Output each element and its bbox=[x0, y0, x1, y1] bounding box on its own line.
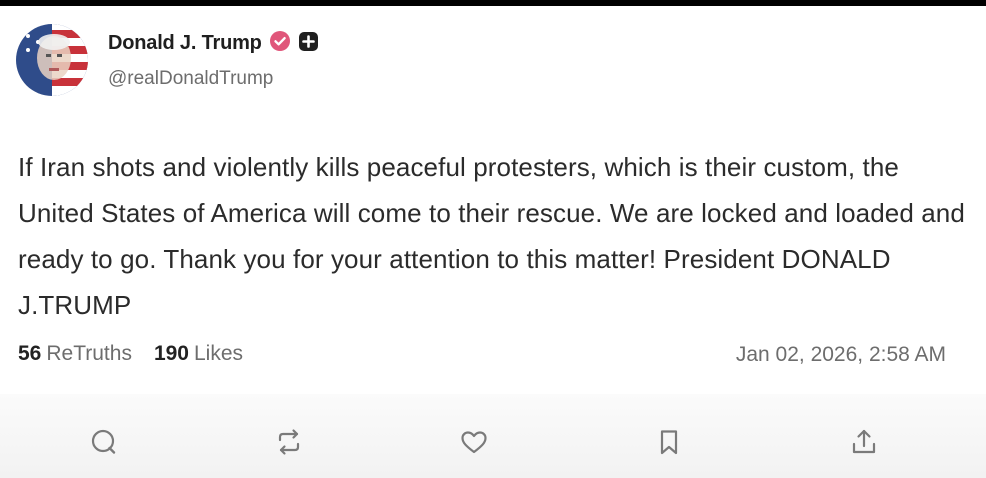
bookmark-button[interactable] bbox=[651, 424, 687, 460]
post-timestamp: Jan 02, 2026, 2:58 AM bbox=[735, 343, 946, 366]
author-display-name[interactable]: Donald J. Trump bbox=[108, 32, 262, 55]
likes-stat[interactable]: 190 Likes bbox=[154, 342, 243, 366]
post-stats: 56 ReTruths 190 Likes bbox=[18, 342, 243, 366]
author-name-row: Donald J. Trump bbox=[108, 30, 319, 57]
share-button[interactable] bbox=[846, 424, 882, 460]
post-card: Donald J. Trump @realDonaldTrump If Iran… bbox=[0, 6, 986, 478]
retruths-stat[interactable]: 56 ReTruths bbox=[18, 342, 132, 366]
bookmark-icon bbox=[660, 430, 678, 455]
action-bar bbox=[0, 394, 986, 478]
retruth-button[interactable] bbox=[271, 424, 307, 460]
like-button[interactable] bbox=[456, 424, 492, 460]
retruths-label: ReTruths bbox=[46, 342, 132, 365]
retruths-count: 56 bbox=[18, 342, 42, 365]
likes-count: 190 bbox=[153, 342, 189, 365]
plus-badge-icon bbox=[298, 31, 319, 57]
verified-badge-icon bbox=[269, 30, 291, 57]
avatar[interactable] bbox=[16, 24, 88, 96]
reply-button[interactable] bbox=[86, 424, 122, 460]
post-text: If Iran shots and violently kills peacef… bbox=[18, 152, 965, 320]
retruth-icon bbox=[278, 429, 300, 455]
share-icon bbox=[852, 429, 876, 454]
like-icon bbox=[461, 431, 487, 454]
author-handle[interactable]: @realDonaldTrump bbox=[108, 68, 273, 90]
likes-label: Likes bbox=[194, 342, 244, 365]
reply-icon bbox=[91, 429, 116, 454]
